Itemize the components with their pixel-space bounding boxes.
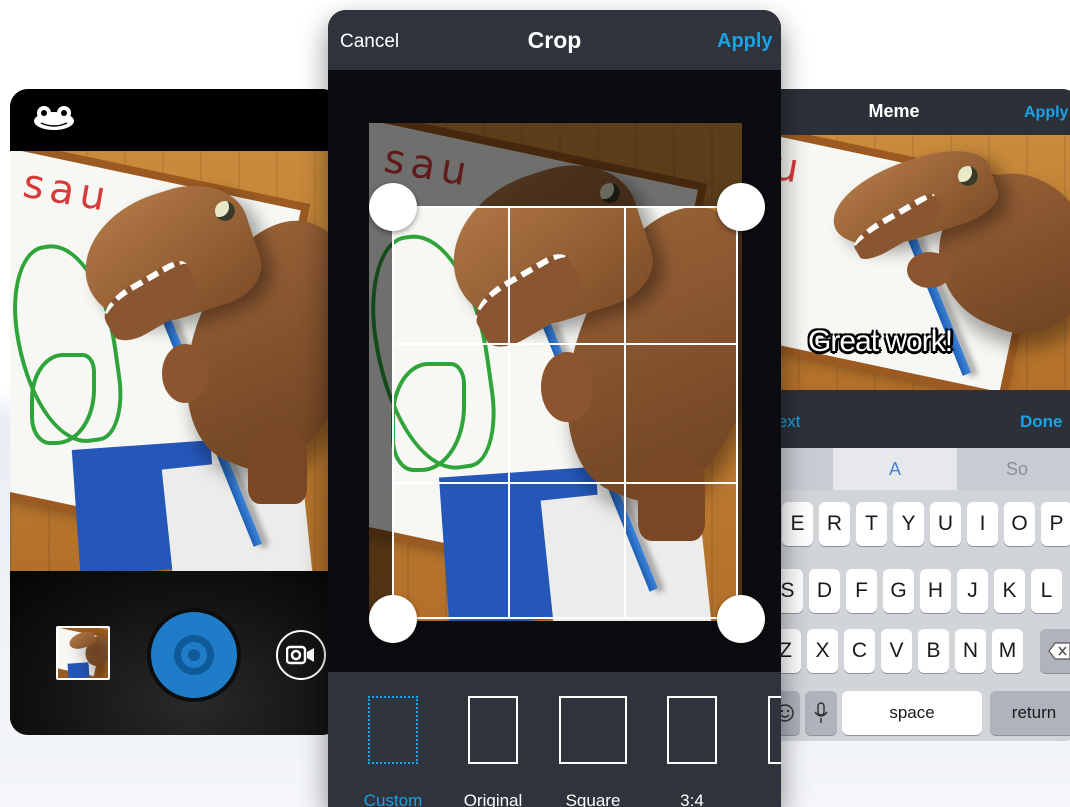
crop-handle-top-right[interactable] — [717, 183, 765, 231]
delete-key[interactable] — [1040, 629, 1070, 673]
ratio-label: Custom — [363, 791, 423, 807]
ratio-original[interactable]: Original — [464, 696, 522, 807]
camera-preview: sau — [10, 151, 340, 571]
crop-nav-bar: Cancel Crop Apply — [328, 10, 781, 70]
camera-top-bar — [10, 89, 340, 151]
microphone-icon — [814, 702, 828, 723]
return-key[interactable]: return — [990, 691, 1070, 735]
key-l[interactable]: L — [1031, 569, 1062, 613]
key-h[interactable]: H — [920, 569, 951, 613]
key-c[interactable]: C — [844, 629, 875, 673]
keyboard-accessory-bar: lext Done — [760, 390, 1070, 448]
aspect-ratio-bar: Custom Original Square 3:4 — [328, 672, 781, 807]
key-p[interactable]: P — [1041, 502, 1070, 546]
space-key[interactable]: space — [842, 691, 982, 735]
ratio-3-4-icon — [667, 696, 717, 764]
video-mode-button[interactable] — [276, 630, 326, 680]
key-e[interactable]: E — [782, 502, 813, 546]
ratio-square-icon — [559, 696, 627, 764]
meme-nav-bar: Meme Apply — [760, 89, 1070, 135]
key-m[interactable]: M — [992, 629, 1023, 673]
done-button[interactable]: Done — [1020, 412, 1063, 432]
ratio-original-icon — [468, 696, 518, 764]
crop-mask — [738, 206, 742, 621]
key-g[interactable]: G — [883, 569, 914, 613]
ratio-more-icon — [768, 696, 781, 764]
ratio-label: 3:4 — [680, 791, 704, 807]
grid-line — [624, 208, 626, 617]
key-r[interactable]: R — [819, 502, 850, 546]
suggestion-item[interactable]: So — [957, 448, 1070, 490]
dictation-key[interactable] — [805, 691, 837, 735]
ratio-more[interactable] — [768, 696, 781, 764]
last-photo-thumbnail[interactable] — [56, 626, 110, 680]
grid-line — [394, 343, 736, 345]
meme-apply-button[interactable]: Apply — [1024, 104, 1068, 122]
ratio-custom[interactable]: Custom — [364, 696, 422, 807]
ratio-label: Original — [463, 791, 523, 807]
crop-screen: Cancel Crop Apply sau Custom — [328, 10, 781, 807]
crop-apply-button[interactable]: Apply — [717, 30, 773, 53]
ratio-label: Square — [565, 791, 621, 807]
crop-handle-bottom-left[interactable] — [369, 595, 417, 643]
key-u[interactable]: U — [930, 502, 961, 546]
crop-handle-bottom-right[interactable] — [717, 595, 765, 643]
frog-icon[interactable] — [33, 105, 75, 131]
key-x[interactable]: X — [807, 629, 838, 673]
crop-mask — [369, 206, 392, 621]
key-j[interactable]: J — [957, 569, 988, 613]
crop-frame[interactable] — [392, 206, 738, 619]
meme-title: Meme — [868, 101, 920, 121]
key-o[interactable]: O — [1004, 502, 1035, 546]
key-f[interactable]: F — [846, 569, 877, 613]
crop-title: Crop — [527, 27, 582, 53]
key-b[interactable]: B — [918, 629, 949, 673]
key-n[interactable]: N — [955, 629, 986, 673]
key-y[interactable]: Y — [893, 502, 924, 546]
ratio-square[interactable]: Square — [559, 696, 627, 807]
meme-screen: Meme Apply u Great work! lext Done A So … — [760, 89, 1070, 741]
crop-mask — [369, 123, 742, 206]
ratio-3-4[interactable]: 3:4 — [667, 696, 717, 807]
keyboard: A So E R T Y U I O P S D F G H J K L Z X C V B N Mspace return — [760, 448, 1070, 741]
suggestion-bar: A So — [760, 448, 1070, 490]
crop-handle-top-left[interactable] — [369, 183, 417, 231]
camera-screen: sau — [10, 89, 340, 735]
meme-caption-text[interactable]: Great work! — [808, 325, 953, 359]
ratio-custom-icon — [368, 696, 418, 764]
key-v[interactable]: V — [881, 629, 912, 673]
suggestion-item[interactable]: A — [833, 448, 957, 490]
key-k[interactable]: K — [994, 569, 1025, 613]
grid-line — [394, 482, 736, 484]
key-i[interactable]: I — [967, 502, 998, 546]
shutter-button-icon — [151, 612, 237, 698]
key-t[interactable]: T — [856, 502, 887, 546]
delete-icon — [1048, 642, 1070, 660]
grid-line — [508, 208, 510, 617]
video-camera-icon — [286, 645, 314, 665]
shutter-button[interactable] — [147, 608, 241, 702]
key-d[interactable]: D — [809, 569, 840, 613]
